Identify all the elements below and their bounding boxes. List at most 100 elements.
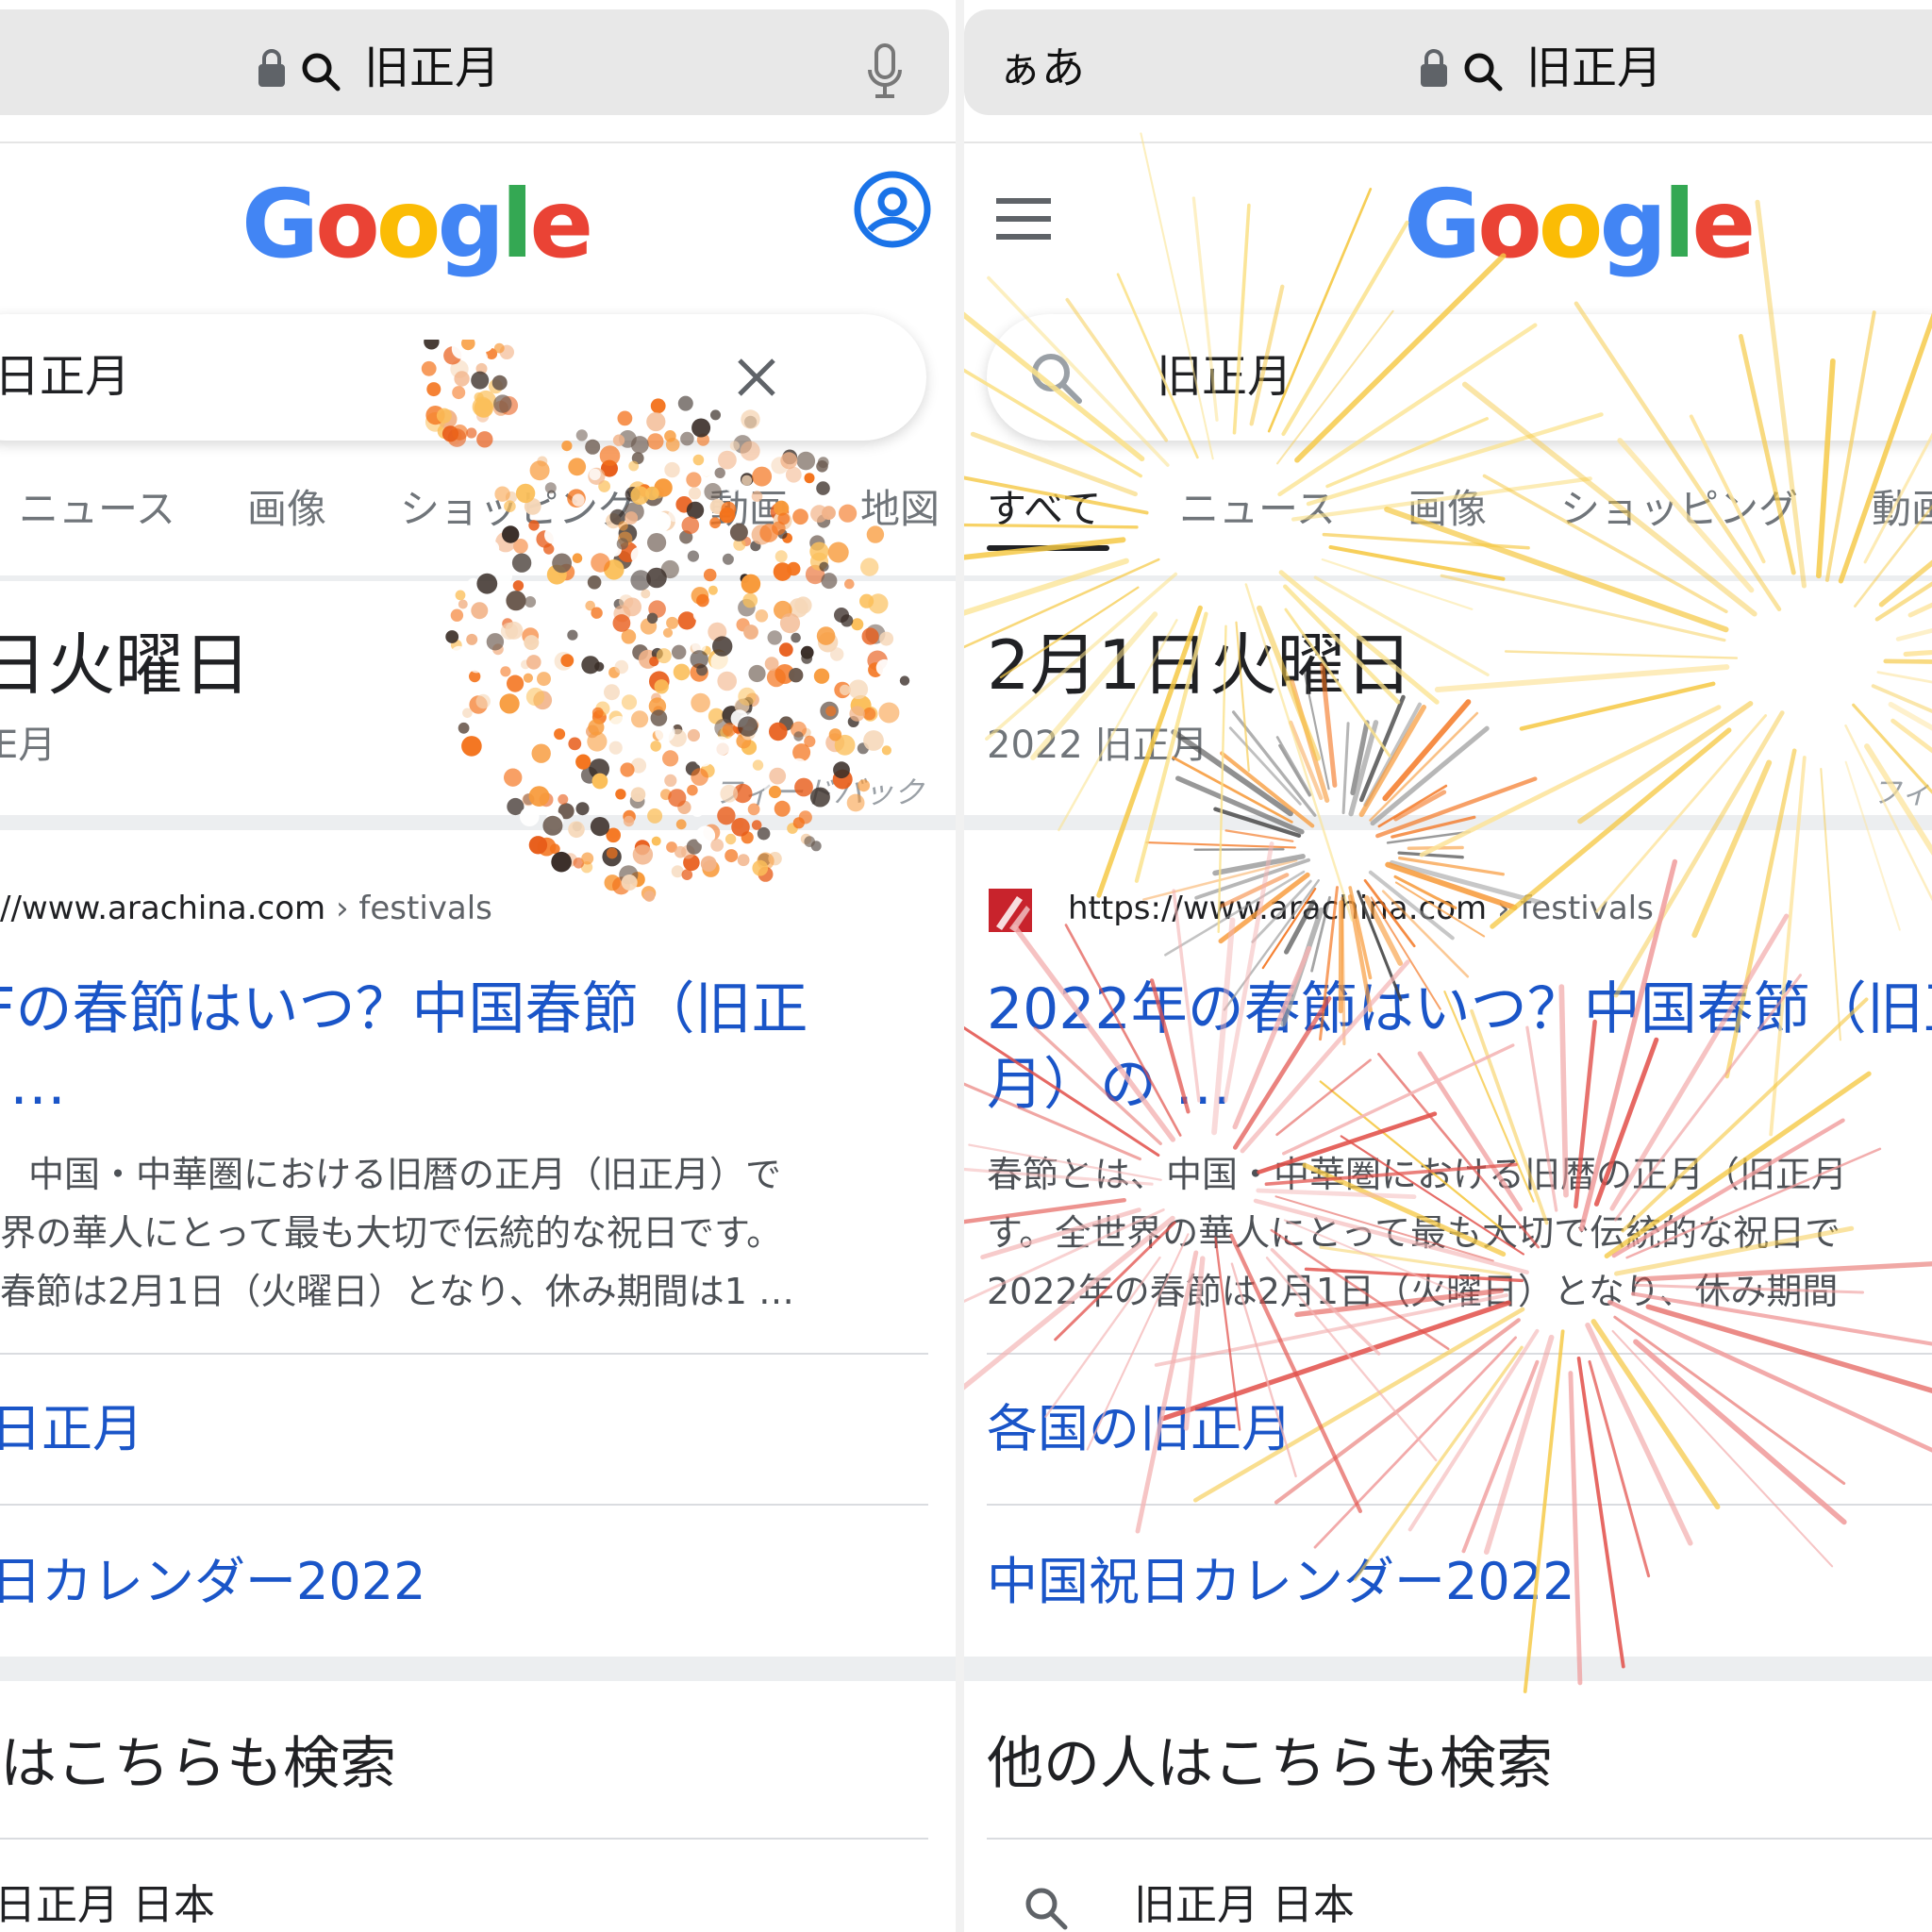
- sparkle-dot: [500, 666, 511, 677]
- tab-images[interactable]: 画像: [1407, 476, 1487, 542]
- sparkle-dot: [648, 697, 667, 715]
- sparkle-dot: [620, 762, 635, 777]
- firework-streak: [1348, 720, 1379, 817]
- sparkle-dot: [528, 836, 548, 855]
- sparkle-dot: [572, 553, 583, 563]
- search-query: 旧正月: [1157, 350, 1293, 403]
- firework-streak: [1519, 681, 1716, 731]
- related-search[interactable]: 旧正月 日本: [1134, 1877, 1355, 1932]
- sparkle-dot: [722, 706, 741, 725]
- sparkle-dot: [702, 859, 720, 877]
- sparkle-dot: [816, 626, 836, 645]
- sitelink[interactable]: 各国の旧正月: [987, 1396, 1292, 1462]
- sparkle-dot: [764, 657, 779, 671]
- sparkle-dot: [486, 633, 505, 651]
- sparkle-dot: [511, 553, 532, 573]
- tab-videos[interactable]: 動画: [709, 476, 789, 542]
- sparkle-dot: [573, 858, 585, 869]
- sparkle-dot: [650, 709, 668, 726]
- result-title-cont[interactable]: 月）の …: [987, 1047, 1231, 1123]
- sitelink[interactable]: 日正月: [0, 1396, 143, 1462]
- account-icon[interactable]: [853, 170, 932, 249]
- row-divider: [0, 1838, 928, 1840]
- sparkle-dot: [588, 719, 605, 736]
- sparkle-dot: [525, 687, 545, 707]
- reader-aa-button[interactable]: ぁあ: [998, 40, 1085, 96]
- sparkle-dot: [834, 608, 849, 623]
- sparkle-dot: [608, 741, 623, 755]
- result-title[interactable]: Fの春節はいつ？中国春節（旧正: [0, 972, 808, 1047]
- sparkle-dot: [602, 847, 622, 867]
- close-icon[interactable]: [734, 355, 779, 400]
- mic-icon[interactable]: [866, 43, 904, 100]
- search-icon: [1032, 354, 1082, 404]
- section-divider: [964, 1657, 1932, 1681]
- sparkle-dot: [585, 439, 601, 455]
- result-title[interactable]: 2022年の春節はいつ？中国春節（旧正: [987, 972, 1932, 1047]
- firework-streak: [1419, 705, 1722, 858]
- sparkle-dot: [654, 679, 669, 694]
- sparkle-dot: [681, 869, 693, 880]
- answer-date: 日火曜日: [0, 625, 252, 705]
- sparkle-dot: [691, 692, 710, 713]
- sparkle-dot: [634, 840, 650, 856]
- sparkle-dot: [522, 793, 535, 807]
- sparkle-dot: [867, 650, 888, 671]
- search-box[interactable]: 旧正月: [987, 314, 1932, 441]
- sparkle-dot: [468, 702, 479, 714]
- sparkle-dot: [559, 709, 577, 727]
- address-bar[interactable]: 旧正月: [0, 9, 949, 115]
- sitelink[interactable]: 中国祝日カレンダー2022: [987, 1549, 1574, 1615]
- menu-icon[interactable]: [996, 198, 1051, 240]
- firework-streak: [1568, 1371, 1583, 1686]
- tab-videos[interactable]: 動画: [1872, 476, 1932, 542]
- sparkle-dot: [469, 695, 488, 714]
- tab-images[interactable]: 画像: [247, 476, 326, 542]
- tab-shopping[interactable]: ショッピング: [400, 476, 638, 542]
- sparkle-dot: [686, 839, 702, 855]
- sparkle-dot: [691, 639, 707, 654]
- sparkle-dot: [450, 639, 462, 651]
- sparkle-dot: [662, 627, 674, 638]
- firework-streak: [1461, 1359, 1540, 1554]
- sparkle-dot: [626, 833, 643, 849]
- sparkle-dot: [779, 613, 801, 634]
- feedback-link[interactable]: フィードバック: [713, 774, 924, 811]
- sparkle-dot: [648, 600, 666, 618]
- firework-streak: [1397, 851, 1464, 859]
- sitelink[interactable]: 日カレンダー2022: [0, 1549, 425, 1615]
- sparkle-dot: [701, 465, 712, 477]
- sparkle-dot: [745, 718, 759, 732]
- firework-streak: [1876, 671, 1932, 684]
- sparkle-dot: [830, 647, 844, 661]
- sparkle-dot: [717, 728, 729, 741]
- sparkle-dot: [755, 596, 767, 608]
- firework-streak: [1370, 725, 1490, 826]
- tab-shopping[interactable]: ショッピング: [1560, 476, 1798, 542]
- firework-streak: [1523, 1329, 1565, 1693]
- sparkle-dot: [656, 648, 672, 664]
- related-search[interactable]: 日正月 日本: [0, 1877, 215, 1932]
- sparkle-dot: [736, 733, 752, 749]
- sparkle-dot: [767, 630, 782, 645]
- sparkle-dot: [879, 631, 894, 646]
- search-box[interactable]: 日正月: [0, 314, 926, 441]
- address-bar[interactable]: ぁあ 旧正月: [964, 9, 1932, 115]
- sparkle-dot: [758, 853, 771, 867]
- tab-news[interactable]: ニュース: [19, 476, 175, 542]
- sparkle-dot: [466, 633, 478, 645]
- sparkle-dot: [800, 833, 812, 845]
- toolbar-divider: [0, 142, 956, 143]
- sparkle-dot: [612, 614, 631, 632]
- firework-streak: [1645, 1304, 1932, 1393]
- tab-maps[interactable]: 地図: [860, 476, 940, 542]
- sparkle-dot: [668, 789, 687, 808]
- sparkle-dot: [786, 561, 801, 576]
- sparkle-dot: [854, 556, 869, 571]
- feedback-link[interactable]: フィ: [1872, 774, 1931, 811]
- tab-news[interactable]: ニュース: [1179, 476, 1336, 542]
- tab-all[interactable]: すべて: [987, 476, 1101, 542]
- sparkle-dot: [523, 673, 533, 683]
- result-title-cont[interactable]: …: [9, 1047, 66, 1123]
- sparkle-dot: [691, 768, 708, 786]
